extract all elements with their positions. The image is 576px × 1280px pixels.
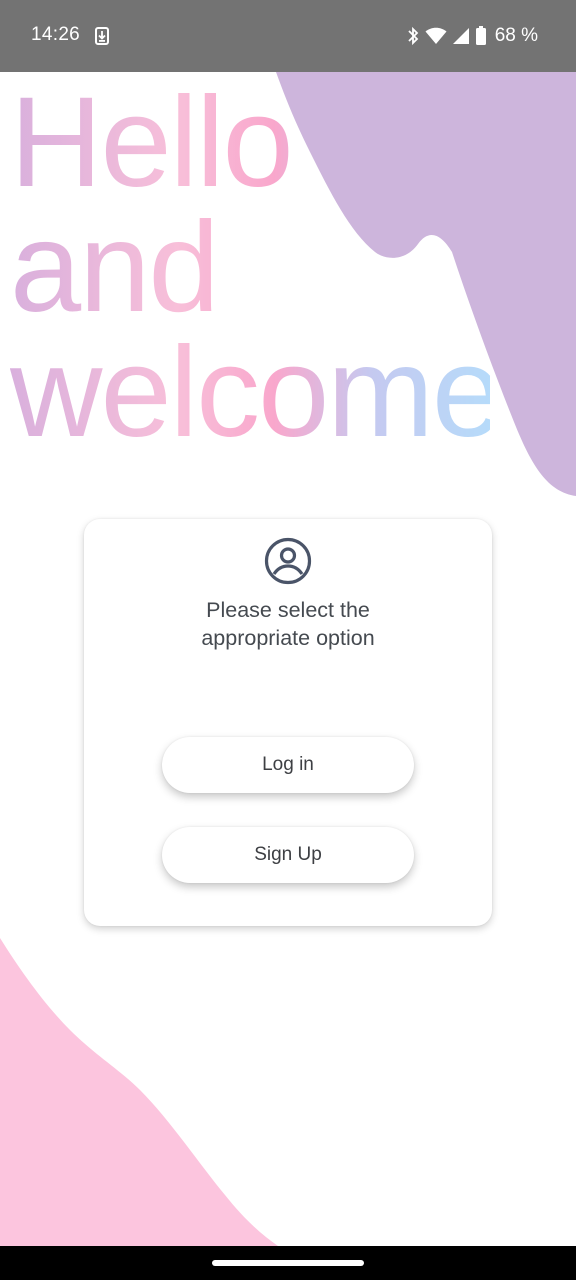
- card-title-line1: Please select the: [206, 598, 370, 622]
- login-button-label: Log in: [262, 754, 314, 775]
- status-bar: 14:26 68 %: [0, 0, 576, 72]
- battery-percentage: 68 %: [494, 25, 538, 46]
- bluetooth-icon: [408, 26, 418, 46]
- download-icon: [95, 27, 109, 45]
- account-circle-icon: [264, 537, 312, 585]
- signup-button-label: Sign Up: [254, 844, 322, 865]
- hero-heading: Hello and welcome: [10, 79, 503, 464]
- navigation-bar: [0, 1246, 576, 1280]
- battery-icon: [475, 26, 486, 45]
- card-title: Please select the appropriate option: [84, 596, 492, 652]
- pink-wave-decoration: [0, 938, 278, 1246]
- login-button[interactable]: Log in: [162, 737, 414, 793]
- signal-icon: [452, 28, 469, 44]
- status-icons: 68 %: [406, 24, 538, 48]
- card-title-line2: appropriate option: [201, 626, 375, 650]
- home-gesture-handle[interactable]: [212, 1260, 364, 1266]
- hero-line-and: and: [10, 204, 490, 332]
- signup-button[interactable]: Sign Up: [162, 827, 414, 883]
- wifi-icon: [425, 27, 447, 44]
- status-time: 14:26: [31, 24, 81, 45]
- hero-line-hello: Hello: [10, 79, 490, 207]
- hero-line-welcome: welcome: [10, 321, 503, 464]
- option-card: Please select the appropriate option Log…: [84, 519, 492, 926]
